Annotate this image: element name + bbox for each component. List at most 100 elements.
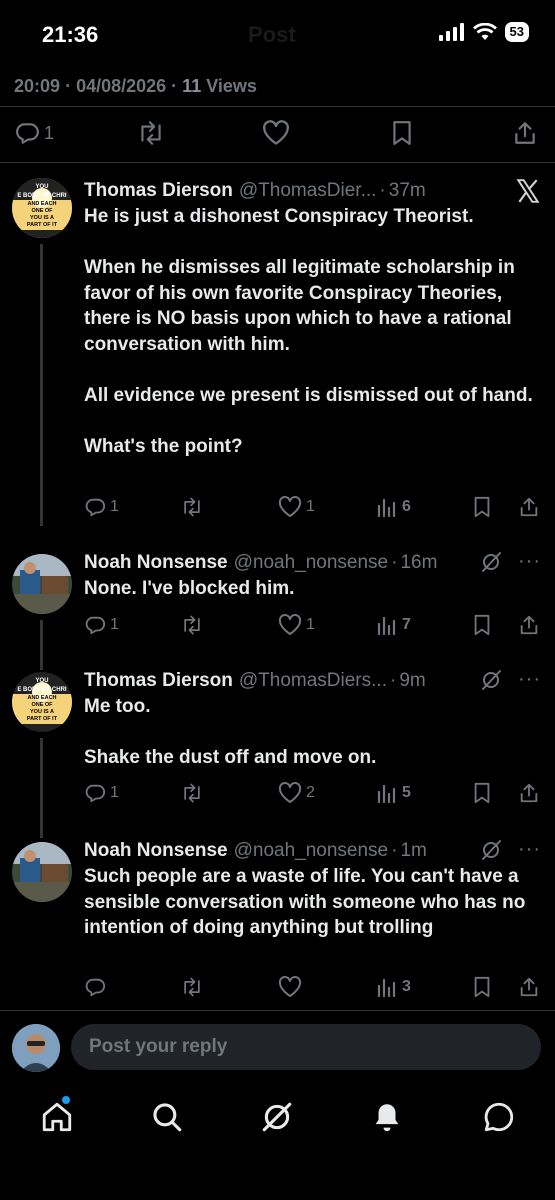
reply-icon (14, 120, 40, 146)
main-share-button[interactable] (512, 120, 538, 146)
avatar[interactable]: YOU E BODY OF CHRI AND EACH ONE OF YOU I… (12, 672, 72, 732)
status-time: 21:36 (42, 22, 99, 47)
like-button[interactable]: 2 (278, 782, 315, 804)
repost-button[interactable] (180, 496, 204, 518)
grok-icon[interactable] (480, 551, 502, 573)
bookmark-button[interactable] (472, 614, 492, 636)
bookmark-icon (472, 496, 492, 518)
notification-dot (62, 1096, 70, 1104)
bookmark-button[interactable] (472, 782, 492, 804)
author-name[interactable]: Noah Nonsense (84, 552, 228, 574)
main-repost-button[interactable] (136, 120, 166, 146)
avatar[interactable] (12, 842, 72, 902)
views-button[interactable]: 5 (376, 782, 411, 804)
more-icon[interactable]: ··· (518, 668, 541, 691)
reply-button[interactable]: 1 (84, 496, 119, 518)
reply-input[interactable]: Post your reply (71, 1024, 541, 1070)
svg-text:YOU IS A: YOU IS A (30, 215, 54, 221)
like-button[interactable]: 1 (278, 614, 315, 636)
more-icon[interactable]: ··· (518, 838, 541, 861)
tweet-age: 9m (399, 670, 426, 691)
grok-icon[interactable] (480, 669, 502, 691)
like-button[interactable]: 1 (278, 496, 315, 518)
svg-text:PART OF IT: PART OF IT (27, 222, 58, 228)
svg-text:AND EACH: AND EACH (27, 201, 56, 207)
thread-line (40, 244, 43, 526)
tweet-header-actions: ··· (480, 550, 541, 573)
x-logo-icon[interactable] (515, 178, 541, 204)
views-button[interactable]: 6 (376, 496, 411, 518)
views-icon (376, 496, 398, 518)
tweet-text: Such people are a waste of life. You can… (84, 866, 526, 938)
tweet-header-actions: ··· (480, 838, 541, 861)
like-button[interactable] (278, 976, 306, 998)
like-count: 1 (306, 616, 315, 633)
share-button[interactable] (518, 496, 540, 518)
reply-count: 1 (110, 616, 119, 633)
status-icons: 53 (438, 22, 529, 42)
views-button[interactable]: 3 (376, 976, 411, 998)
reply-button[interactable]: 1 (84, 614, 119, 636)
like-icon (278, 496, 302, 518)
grok-icon[interactable] (480, 839, 502, 861)
reply-button[interactable]: 1 (84, 782, 119, 804)
share-button[interactable] (518, 782, 540, 804)
post-date: 04/08/2026 (76, 76, 167, 96)
avatar[interactable]: YOU E BODY OF CHRI AND EACH ONE OF YOU I… (12, 178, 72, 238)
messages-icon[interactable] (482, 1100, 516, 1134)
bookmark-button[interactable] (472, 976, 492, 998)
more-icon[interactable]: ··· (518, 550, 541, 573)
repost-button[interactable] (180, 782, 204, 804)
post-time: 20:09 (14, 76, 61, 96)
author-handle[interactable]: @noah_nonsense (234, 552, 389, 574)
bell-icon[interactable] (370, 1100, 404, 1134)
bookmark-button[interactable] (472, 496, 492, 518)
tweet-age: 37m (388, 180, 426, 201)
like-icon (278, 614, 302, 636)
tweet-header-actions: ··· (480, 668, 541, 691)
reply-count: 1 (110, 784, 119, 801)
tweet-action-bar: 1 1 6 (84, 492, 541, 522)
author-name[interactable]: Thomas Dierson (84, 180, 233, 202)
views-count: 5 (402, 784, 411, 801)
grok-icon[interactable] (260, 1100, 294, 1134)
reply-icon (84, 976, 106, 998)
tweet-body: Thomas Dierson @ThomasDiers... · 9m Me t… (84, 668, 545, 771)
tweet-body: Thomas Dierson @ThomasDier... · 37m He i… (84, 178, 545, 459)
reply-count: 1 (110, 498, 119, 515)
share-icon (512, 120, 538, 146)
repost-button[interactable] (180, 614, 204, 636)
avatar[interactable] (12, 554, 72, 614)
status-bar: 21:36 Post 53 (0, 0, 555, 70)
author-handle[interactable]: @ThomasDier... (239, 180, 377, 202)
share-icon (518, 976, 540, 998)
search-icon[interactable] (150, 1100, 184, 1134)
share-button[interactable] (518, 976, 540, 998)
thread-line (40, 738, 43, 838)
views-count: 3 (402, 978, 411, 995)
share-button[interactable] (518, 614, 540, 636)
tweet-header: Noah Nonsense @noah_nonsense · 1m (84, 840, 427, 862)
home-icon[interactable] (40, 1100, 74, 1134)
tweet-header: Noah Nonsense @noah_nonsense · 16m (84, 552, 438, 574)
reply-button[interactable] (84, 976, 110, 998)
page-title: Post (248, 22, 296, 47)
user-avatar[interactable] (12, 1024, 60, 1072)
author-handle[interactable]: @ThomasDiers... (239, 670, 387, 692)
tweet-header: Thomas Dierson @ThomasDier... · 37m (84, 180, 426, 202)
author-name[interactable]: Noah Nonsense (84, 840, 228, 862)
author-name[interactable]: Thomas Dierson (84, 670, 233, 692)
tweet-header: Thomas Dierson @ThomasDiers... · 9m (84, 670, 426, 692)
repost-icon (180, 614, 204, 636)
like-icon (278, 782, 302, 804)
author-handle[interactable]: @noah_nonsense (234, 840, 389, 862)
repost-button[interactable] (180, 976, 204, 998)
views-icon (376, 614, 398, 636)
views-count: 6 (402, 498, 411, 515)
views-button[interactable]: 7 (376, 614, 411, 636)
svg-text:PART OF IT: PART OF IT (27, 716, 58, 722)
main-reply-button[interactable]: 1 (14, 120, 54, 146)
svg-text:YOU: YOU (35, 184, 48, 190)
main-bookmark-button[interactable] (390, 120, 414, 146)
main-like-button[interactable] (262, 120, 290, 146)
